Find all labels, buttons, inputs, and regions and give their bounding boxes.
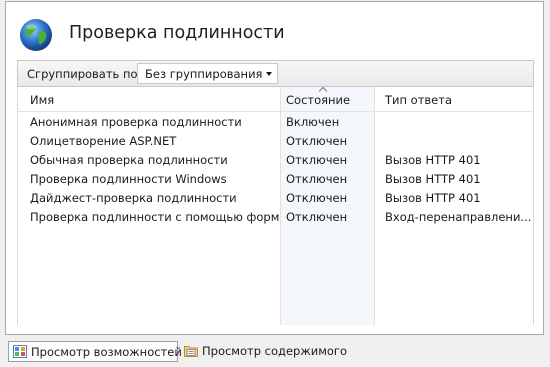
- row-response-type: Вызов HTTP 401: [385, 153, 481, 167]
- features-view-icon: [13, 345, 27, 358]
- table-row[interactable]: Анонимная проверка подлинности Включен: [18, 113, 533, 132]
- row-name: Олицетворение ASP.NET: [30, 134, 177, 148]
- row-status: Отключен: [286, 172, 348, 186]
- table-row[interactable]: Дайджест-проверка подлинности Отключен В…: [18, 189, 533, 208]
- row-response-type: Вызов HTTP 401: [385, 172, 481, 186]
- row-name: Проверка подлинности Windows: [30, 172, 227, 186]
- column-header-response-type[interactable]: Тип ответа: [385, 93, 452, 107]
- content-view-label: Просмотр содержимого: [202, 344, 347, 358]
- group-by-label: Сгруппировать по:: [27, 67, 142, 81]
- row-response-type: Вызов HTTP 401: [385, 191, 481, 205]
- group-by-select[interactable]: Без группирования: [137, 63, 278, 84]
- row-status: Отключен: [286, 134, 348, 148]
- row-name: Анонимная проверка подлинности: [30, 115, 242, 129]
- auth-features-table: Имя Состояние Тип ответа Анонимная прове…: [17, 86, 534, 325]
- view-switcher-bar: Просмотр возможностей Просмотр содержимо…: [0, 337, 550, 367]
- table-row[interactable]: Проверка подлинности Windows Отключен Вы…: [18, 170, 533, 189]
- table-header: Имя Состояние Тип ответа: [18, 86, 533, 112]
- column-header-status[interactable]: Состояние: [286, 93, 350, 107]
- features-view-label: Просмотр возможностей: [31, 345, 182, 359]
- features-view-tab[interactable]: Просмотр возможностей: [8, 341, 182, 362]
- chevron-down-icon: [266, 72, 272, 76]
- content-panel: Проверка подлинности Сгруппировать по: Б…: [5, 1, 544, 335]
- page-title: Проверка подлинности: [69, 23, 285, 43]
- row-name: Проверка подлинности с помощью форм: [30, 210, 280, 224]
- row-name: Дайджест-проверка подлинности: [30, 191, 237, 205]
- row-status: Отключен: [286, 191, 348, 205]
- table-row[interactable]: Обычная проверка подлинности Отключен Вы…: [18, 151, 533, 170]
- column-header-name[interactable]: Имя: [30, 93, 54, 107]
- group-by-bar: Сгруппировать по: Без группирования: [17, 60, 534, 87]
- row-response-type: Вход-перенаправлени...: [385, 210, 531, 224]
- table-row[interactable]: Проверка подлинности с помощью форм Откл…: [18, 208, 533, 227]
- row-status: Отключен: [286, 210, 348, 224]
- row-status: Включен: [286, 115, 340, 129]
- content-view-tab[interactable]: Просмотр содержимого: [180, 341, 350, 362]
- content-view-icon: [184, 346, 198, 357]
- group-by-select-value: Без группирования: [145, 67, 263, 81]
- globe-icon: [20, 19, 52, 51]
- table-row[interactable]: Олицетворение ASP.NET Отключен: [18, 132, 533, 151]
- row-status: Отключен: [286, 153, 348, 167]
- row-name: Обычная проверка подлинности: [30, 153, 228, 167]
